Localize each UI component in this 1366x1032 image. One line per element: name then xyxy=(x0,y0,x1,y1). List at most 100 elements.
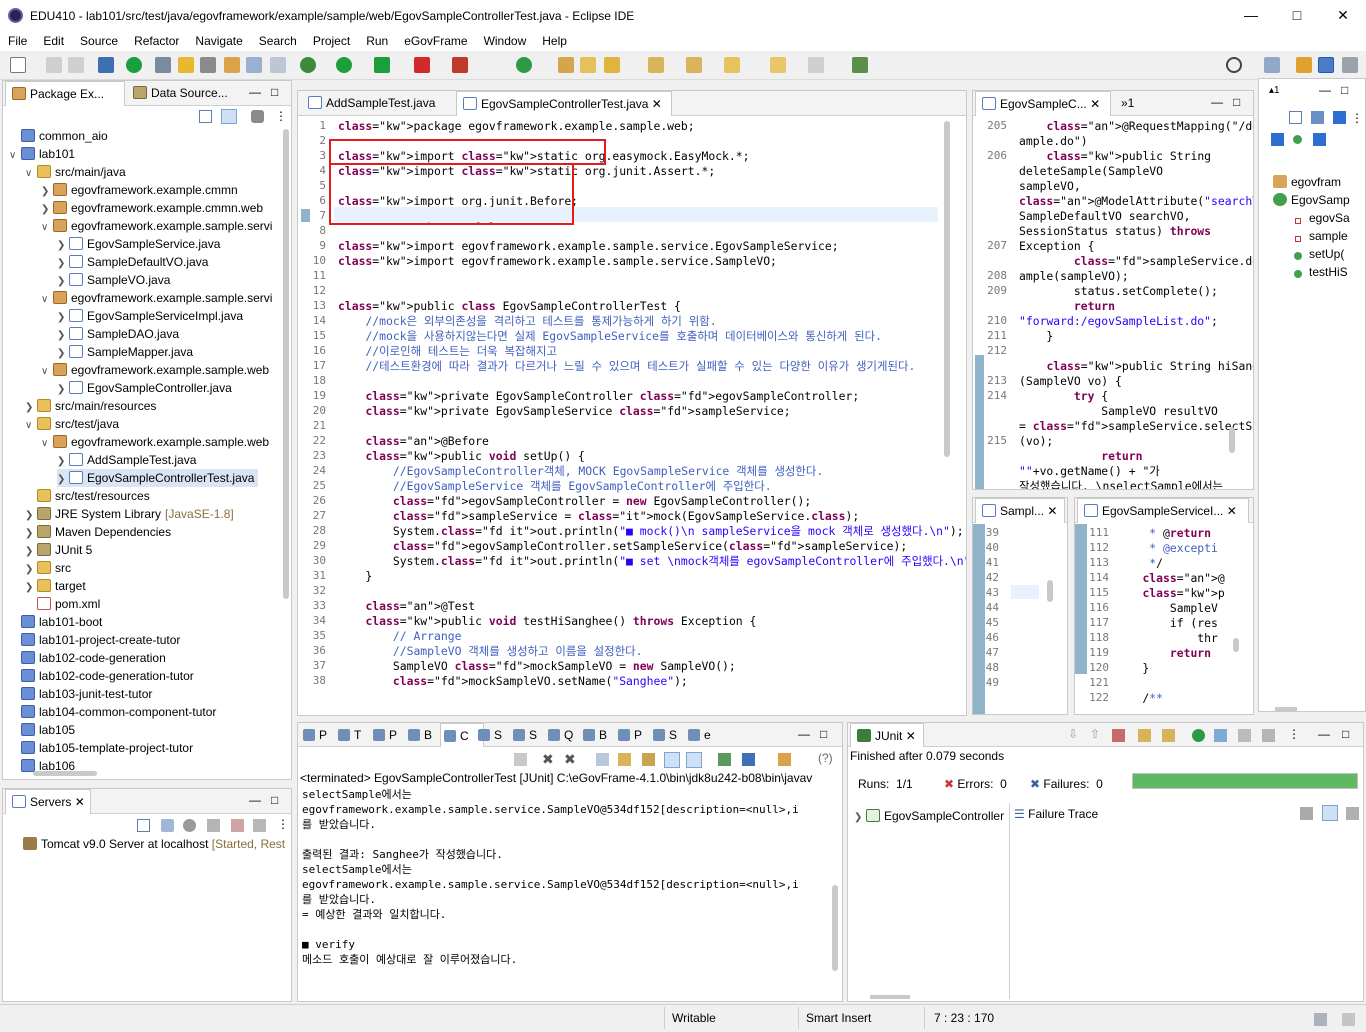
outline-item[interactable]: testHiS xyxy=(1291,263,1348,281)
perspective-egov-icon[interactable] xyxy=(1296,57,1312,73)
outline-icon[interactable] xyxy=(246,57,262,73)
tree-item[interactable]: ❯ JUnit 5 xyxy=(25,541,92,559)
minimize-view-icon[interactable]: — xyxy=(1211,95,1223,109)
console-tab[interactable]: P xyxy=(300,723,334,747)
menu-item[interactable]: Navigate xyxy=(187,34,250,48)
tree-item[interactable]: ❯ AddSampleTest.java xyxy=(57,451,196,469)
stop-icon[interactable] xyxy=(414,57,430,73)
tree-item[interactable]: lab102-code-generation-tutor xyxy=(9,667,194,685)
tree-item[interactable]: ❯ EgovSampleService.java xyxy=(57,235,220,253)
minimize-view-icon[interactable]: — xyxy=(1319,83,1331,97)
console-tab[interactable]: S xyxy=(475,723,509,747)
maximize-view-icon[interactable]: □ xyxy=(1342,727,1349,741)
tab-add-sample-test[interactable]: AddSampleTest.java xyxy=(302,91,450,116)
back-icon[interactable] xyxy=(770,57,786,73)
show-failures-icon[interactable] xyxy=(1112,729,1125,742)
task-icon[interactable] xyxy=(224,57,240,73)
maximize-icon[interactable]: □ xyxy=(1274,0,1320,31)
close-icon[interactable]: ✕ xyxy=(1047,504,1057,518)
right-vscrollbar[interactable] xyxy=(1229,427,1235,453)
open-perspective-icon[interactable] xyxy=(1264,57,1280,73)
outline-item[interactable]: setUp( xyxy=(1291,245,1344,263)
collapse-icon[interactable] xyxy=(1289,111,1302,124)
tab-package-explorer[interactable]: Package Ex... xyxy=(5,81,125,106)
tab-overflow[interactable]: »1 xyxy=(1115,91,1155,116)
debug-server-icon[interactable] xyxy=(161,819,174,832)
close-icon[interactable]: ✕ xyxy=(652,97,662,111)
new-class-icon[interactable] xyxy=(516,57,532,73)
junit-hscrollbar[interactable] xyxy=(870,995,910,999)
tree-item[interactable]: ❯ src xyxy=(25,559,71,577)
console-tab[interactable]: e xyxy=(685,723,719,747)
prev-annotation-icon[interactable] xyxy=(686,57,702,73)
tree-item[interactable]: ❯ JRE System Library [JavaSE-1.8] xyxy=(25,505,234,523)
menu-item[interactable]: Refactor xyxy=(126,34,187,48)
menu-item[interactable]: Window xyxy=(476,34,535,48)
outline-item[interactable]: sample xyxy=(1291,227,1348,245)
collapse-all-icon[interactable] xyxy=(199,110,212,123)
status-insert-mode[interactable]: Smart Insert xyxy=(806,1011,871,1025)
layout-icon[interactable] xyxy=(1162,729,1175,742)
terminal-icon[interactable] xyxy=(98,57,114,73)
rerun-icon[interactable] xyxy=(1192,729,1205,742)
outline-hscrollbar[interactable] xyxy=(1275,707,1297,711)
maximize-view-icon[interactable]: □ xyxy=(271,85,278,99)
tree-item[interactable]: lab104-common-component-tutor xyxy=(9,703,216,721)
small-b-scrollbar[interactable] xyxy=(1233,638,1239,652)
remove-launch-icon[interactable]: ✖ xyxy=(542,751,554,768)
expand-icon[interactable]: ∨ xyxy=(41,219,53,237)
tree-item[interactable]: ❯ SampleDAO.java xyxy=(57,325,179,343)
menu-item[interactable]: File xyxy=(0,34,35,48)
progress-icon[interactable] xyxy=(1342,1013,1355,1026)
tree-item[interactable]: ∨ src/main/java xyxy=(25,163,126,181)
console-tab[interactable]: B xyxy=(580,723,614,747)
tree-item[interactable]: ❯ egovframework.example.cmmn xyxy=(41,181,238,199)
show-stdout-icon[interactable] xyxy=(664,752,680,768)
maximize-view-icon[interactable]: □ xyxy=(1233,95,1240,109)
save-all-icon[interactable] xyxy=(68,57,84,73)
tree-item[interactable]: src/test/resources xyxy=(25,487,150,505)
view-menu-icon[interactable]: ⋮ xyxy=(1288,727,1300,741)
run-icon[interactable] xyxy=(336,57,352,73)
small-a-scrollbar[interactable] xyxy=(1047,580,1053,602)
tree-item[interactable]: ❯ EgovSampleController.java xyxy=(57,379,232,397)
expand-icon[interactable]: ∨ xyxy=(9,147,21,165)
console-tab[interactable]: P xyxy=(615,723,649,747)
next-annotation-icon[interactable] xyxy=(648,57,664,73)
minimize-view-icon[interactable]: — xyxy=(798,727,810,741)
collapse-icon[interactable] xyxy=(137,819,150,832)
tree-item[interactable]: ❯ EgovSampleServiceImpl.java xyxy=(57,307,243,325)
tree-item[interactable]: ∨ egovframework.example.sample.servi xyxy=(41,217,272,235)
view-menu-icon[interactable]: ⋮ xyxy=(275,109,287,123)
maximize-view-icon[interactable]: □ xyxy=(1341,83,1348,97)
outline-item[interactable]: egovfram xyxy=(1273,173,1341,191)
hide-nonpublic-icon[interactable] xyxy=(1293,135,1302,144)
tree-item[interactable]: lab102-code-generation xyxy=(9,649,166,667)
new-icon[interactable] xyxy=(10,57,26,73)
menu-item[interactable]: eGovFrame xyxy=(396,34,475,48)
close-icon[interactable]: ✕ xyxy=(906,729,916,743)
tree-item[interactable]: pom.xml xyxy=(25,595,100,613)
link-icon[interactable] xyxy=(200,57,216,73)
sort-icon[interactable] xyxy=(1311,111,1324,124)
scroll-lock-icon[interactable] xyxy=(618,753,631,766)
maximize-view-icon[interactable]: □ xyxy=(271,793,278,807)
tree-item[interactable]: lab103-junit-test-tutor xyxy=(9,685,152,703)
maximize-view-icon[interactable]: □ xyxy=(820,727,827,741)
help-icon[interactable]: (?) xyxy=(818,751,833,765)
tree-item[interactable]: ❯ SampleDefaultVO.java xyxy=(57,253,208,271)
console-tab[interactable]: S xyxy=(510,723,544,747)
notification-icon[interactable] xyxy=(1314,1013,1327,1026)
hide-static-icon[interactable] xyxy=(1271,133,1284,146)
paragraph-icon[interactable] xyxy=(270,57,286,73)
view-menu-icon[interactable]: ⋮ xyxy=(1351,111,1363,125)
save-icon[interactable] xyxy=(46,57,62,73)
outline-item[interactable]: egovSa xyxy=(1291,209,1350,227)
expand-icon[interactable]: ∨ xyxy=(25,165,37,183)
explorer-hscrollbar[interactable] xyxy=(33,771,97,776)
minimize-view-icon[interactable]: — xyxy=(249,793,261,807)
close-icon[interactable]: ✕ xyxy=(1090,97,1100,111)
tab-junit[interactable]: JUnit ✕ xyxy=(850,723,924,747)
menu-item[interactable]: Edit xyxy=(35,34,72,48)
console-scrollbar[interactable] xyxy=(832,885,838,971)
